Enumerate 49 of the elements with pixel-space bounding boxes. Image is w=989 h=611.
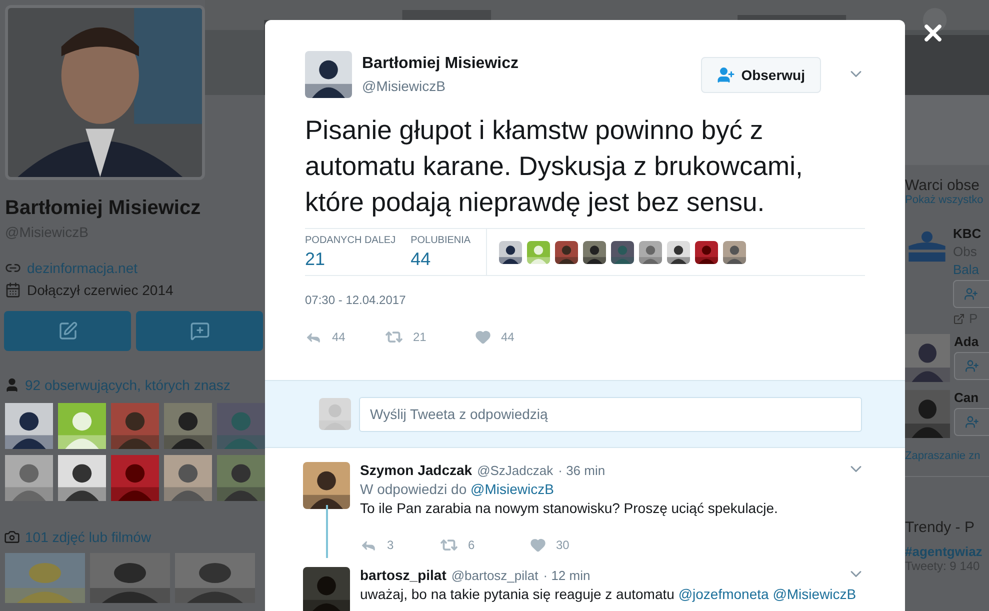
follow-icon [965, 415, 979, 429]
camera-icon [4, 529, 20, 545]
account-name: Ada [954, 334, 980, 349]
tweet-date: 07:30 - 12.04.2017 [305, 293, 407, 307]
account-name: Can [954, 390, 980, 405]
stat-label: PODANYCH DALEJ [305, 234, 396, 246]
reply-author-name[interactable]: bartosz_pilat [360, 567, 446, 583]
profile-name: Bartłomiej Misiewicz [5, 197, 202, 220]
retweet-button[interactable]: 6 [440, 536, 530, 554]
follow-button[interactable] [953, 280, 989, 308]
promoted-icon [953, 312, 965, 324]
like-button[interactable]: 44 [475, 329, 555, 345]
tweet-to-button[interactable] [4, 311, 131, 351]
stat-count[interactable]: 44 [410, 248, 471, 270]
reply-time: · 12 min [543, 568, 590, 582]
reply-author-name[interactable]: Szymon Jadczak [360, 462, 472, 478]
stat-count[interactable]: 21 [305, 248, 396, 270]
heart-icon [475, 329, 491, 345]
reply-button[interactable]: 44 [305, 328, 385, 346]
retweet-button[interactable]: 21 [385, 328, 475, 346]
follow-icon [965, 359, 979, 373]
follow-button[interactable] [954, 408, 989, 436]
like-button[interactable]: 30 [530, 537, 610, 553]
mention-link[interactable]: @jozefmoneta [678, 586, 769, 602]
reply-time: · 36 min [558, 462, 606, 478]
join-date: Dołączył czerwiec 2014 [27, 282, 174, 298]
calendar-icon [5, 282, 21, 298]
reply-button[interactable]: 3 [360, 536, 440, 554]
stat-label: POLUBIENIA [410, 234, 471, 246]
reply-text: To ile Pan zarabia na nowym stanowisku? Proszę uciąć spekulacje. [360, 500, 779, 516]
message-button[interactable] [136, 311, 263, 351]
message-icon [190, 321, 210, 341]
pen-icon [58, 321, 78, 341]
person-icon [4, 377, 20, 393]
follow-button[interactable] [954, 352, 989, 380]
follow-icon [964, 287, 978, 301]
reply-input[interactable]: Wyślij Tweeta z odpowiedzią [359, 396, 862, 432]
reply-author-handle: @bartosz_pilat [451, 568, 538, 582]
tweet-text: Pisanie głupot i kłamstw powinno być z automatu karane. Dyskusja z brukowcami, które podają nieprawdę jest bez sensu. [305, 114, 804, 219]
section-title: Warci obse [905, 177, 980, 194]
trends-title: Trendy - P [905, 519, 976, 536]
account-name: KBC [953, 226, 982, 241]
reply-author-handle: @SzJadczak [477, 462, 554, 478]
mention-link[interactable]: @MisiewiczB [772, 586, 856, 602]
heart-icon [530, 537, 546, 553]
reply-text: uważaj, bo na takie pytania się reaguje z automatu @jozefmoneta @MisiewiczB [360, 586, 858, 602]
mention-link[interactable]: @MisiewiczB [470, 481, 554, 497]
in-reply-to: W odpowiedzi do @MisiewiczB [360, 481, 555, 497]
thread-line [326, 505, 328, 558]
